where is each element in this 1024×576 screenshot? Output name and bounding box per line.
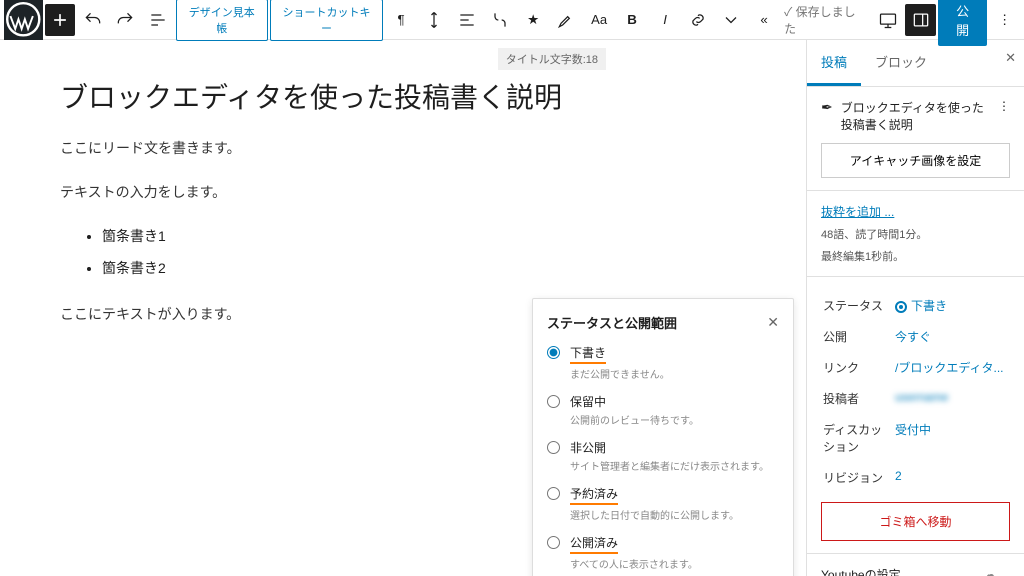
- status-radio[interactable]: [547, 441, 560, 454]
- options-icon[interactable]: ⋮: [989, 4, 1020, 36]
- link-icon[interactable]: [682, 4, 714, 36]
- list-item[interactable]: 箇条書き2: [102, 258, 746, 278]
- document-title: ブロックエディタを使った投稿書く説明: [841, 99, 990, 133]
- list-item[interactable]: 箇条書き1: [102, 226, 746, 246]
- author-label: 投稿者: [823, 384, 893, 413]
- set-featured-image-button[interactable]: アイキャッチ画像を設定: [821, 143, 1010, 178]
- text-paragraph[interactable]: テキストの入力をします。: [60, 182, 746, 202]
- status-option-desc: サイト管理者と編集者にだけ表示されます。: [570, 458, 769, 473]
- tab-post[interactable]: 投稿: [807, 40, 861, 86]
- status-value[interactable]: 下書き: [895, 291, 1008, 320]
- status-option[interactable]: 予約済み選択した日付で自動的に公開します。: [547, 485, 779, 522]
- title-char-count: タイトル文字数:18: [498, 48, 606, 70]
- tab-block[interactable]: ブロック: [861, 40, 941, 86]
- sidebar-tabs: 投稿 ブロック ✕: [807, 40, 1024, 87]
- star-icon[interactable]: ★: [517, 4, 549, 36]
- chevron-down-icon: ⌄: [1000, 568, 1010, 576]
- status-option-label: 保留中: [570, 393, 699, 410]
- outline-button[interactable]: [143, 4, 174, 36]
- status-radio[interactable]: [547, 536, 560, 549]
- lead-paragraph[interactable]: ここにリード文を書きます。: [60, 138, 746, 158]
- status-option-desc: すべての人に表示されます。: [570, 556, 698, 571]
- shortcut-button[interactable]: ショートカットキー: [270, 0, 383, 41]
- redo-button[interactable]: [110, 4, 141, 36]
- link-label: リンク: [823, 353, 893, 382]
- publish-button[interactable]: 公開: [938, 0, 987, 46]
- youtube-panel[interactable]: Youtubeの設定 ☁ ⌄: [807, 554, 1024, 576]
- author-value[interactable]: username: [895, 384, 1008, 413]
- popover-title: ステータスと公開範囲: [547, 313, 677, 332]
- close-icon[interactable]: ✕: [767, 314, 779, 331]
- document-icon: ✒: [821, 99, 833, 116]
- cloud-icon: ☁: [983, 566, 997, 576]
- publish-value[interactable]: 今すぐ: [895, 322, 1008, 351]
- publish-label: 公開: [823, 322, 893, 351]
- format-toolbar: ¶ ★ Aa B I «: [385, 4, 780, 36]
- status-option-label: 非公開: [570, 439, 769, 456]
- settings-sidebar: 投稿 ブロック ✕ ✒ ブロックエディタを使った投稿書く説明 ⋮ アイキャッチ画…: [806, 40, 1024, 576]
- add-excerpt-link[interactable]: 抜粋を追加 ...: [821, 205, 894, 219]
- status-radio[interactable]: [547, 395, 560, 408]
- move-to-trash-button[interactable]: ゴミ箱へ移動: [821, 502, 1010, 541]
- editor-canvas[interactable]: タイトル文字数:18 ブロックエディタを使った投稿書く説明 ここにリード文を書き…: [0, 40, 806, 576]
- top-toolbar: デザイン見本帳 ショートカットキー ¶ ★ Aa B I « ✓ 保存しました …: [0, 0, 1024, 40]
- close-sidebar-icon[interactable]: ✕: [1005, 50, 1016, 66]
- align-icon[interactable]: [451, 4, 483, 36]
- status-option[interactable]: 下書きまだ公開できません。: [547, 344, 779, 381]
- bullet-list[interactable]: 箇条書き1 箇条書き2: [60, 226, 746, 278]
- status-option-desc: 選択した日付で自動的に公開します。: [570, 507, 739, 522]
- discussion-label: ディスカッション: [823, 415, 893, 461]
- status-option[interactable]: 公開済みすべての人に表示されます。: [547, 534, 779, 571]
- status-option-desc: まだ公開できません。: [570, 366, 670, 381]
- desktop-view-icon[interactable]: [873, 4, 904, 36]
- move-icon[interactable]: [418, 4, 450, 36]
- status-radio[interactable]: [547, 487, 560, 500]
- revision-value[interactable]: 2: [895, 463, 1008, 492]
- last-edit: 最終編集1秒前。: [821, 248, 1010, 264]
- add-block-button[interactable]: [45, 4, 76, 36]
- undo-button[interactable]: [77, 4, 108, 36]
- design-sample-button[interactable]: デザイン見本帳: [176, 0, 268, 41]
- status-option-label: 下書き: [570, 344, 670, 364]
- wordpress-logo[interactable]: [4, 0, 43, 40]
- status-visibility-popover: ステータスと公開範囲 ✕ 下書きまだ公開できません。保留中公開前のレビュー待ちで…: [532, 298, 794, 576]
- highlight-icon[interactable]: [550, 4, 582, 36]
- status-option[interactable]: 非公開サイト管理者と編集者にだけ表示されます。: [547, 439, 779, 473]
- status-option[interactable]: 保留中公開前のレビュー待ちです。: [547, 393, 779, 427]
- status-option-label: 予約済み: [570, 485, 739, 505]
- status-option-label: 公開済み: [570, 534, 698, 554]
- sidebar-toggle-icon[interactable]: [905, 4, 936, 36]
- collapse-icon[interactable]: «: [748, 4, 780, 36]
- status-option-desc: 公開前のレビュー待ちです。: [570, 412, 699, 427]
- paragraph-icon[interactable]: ¶: [385, 4, 417, 36]
- italic-icon[interactable]: I: [649, 4, 681, 36]
- revision-label: リビジョン: [823, 463, 893, 492]
- doc-options-icon[interactable]: ⋮: [998, 99, 1010, 113]
- typography-icon[interactable]: Aa: [583, 4, 615, 36]
- status-radio[interactable]: [547, 346, 560, 359]
- link-value[interactable]: /ブロックエディタ...: [895, 353, 1008, 382]
- bold-icon[interactable]: B: [616, 4, 648, 36]
- post-title[interactable]: ブロックエディタを使った投稿書く説明: [60, 76, 746, 116]
- status-label: ステータス: [823, 291, 893, 320]
- chevron-down-icon[interactable]: [715, 4, 747, 36]
- discussion-value[interactable]: 受付中: [895, 415, 1008, 461]
- transform-icon[interactable]: [484, 4, 516, 36]
- saved-status: ✓ 保存しました: [784, 3, 864, 37]
- word-stats: 48語、読了時間1分。: [821, 226, 1010, 242]
